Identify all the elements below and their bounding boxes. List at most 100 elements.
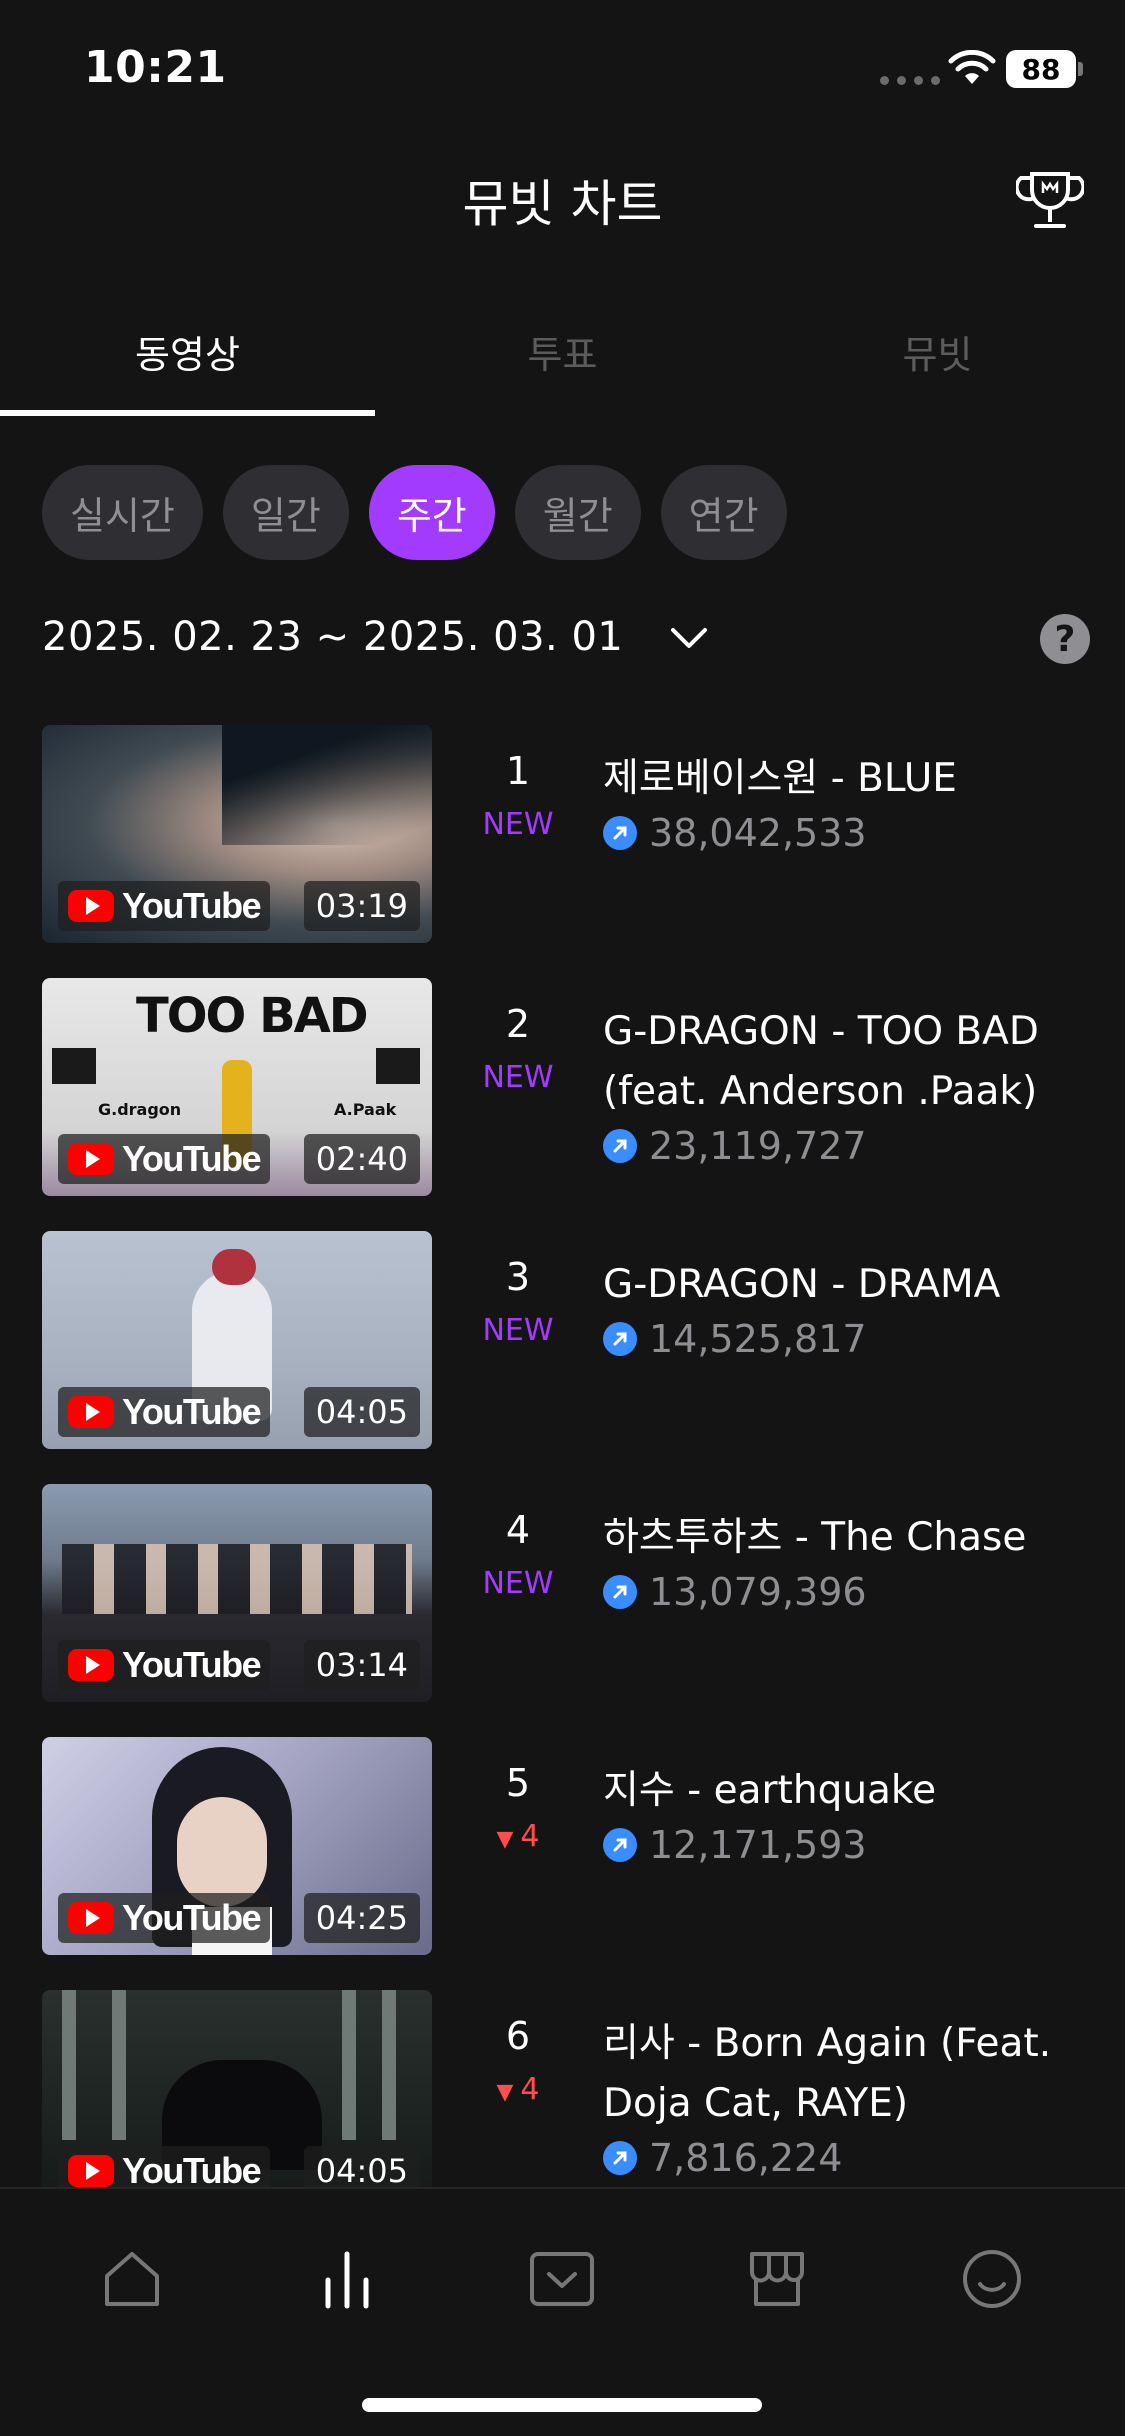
- chart-list: YouTube 03:19 1 NEW 제로베이스원 - BLUE 38,042…: [0, 725, 1125, 2187]
- profile-icon: [963, 2250, 1021, 2308]
- header: 뮤빗 차트: [0, 150, 1125, 250]
- youtube-badge: YouTube: [58, 2146, 271, 2187]
- trend-up-icon: [603, 1828, 637, 1862]
- period-weekly-chip[interactable]: 주간: [368, 465, 495, 560]
- home-icon: [105, 2252, 159, 2306]
- cellular-signal-icon: [880, 76, 940, 85]
- nav-home[interactable]: [82, 2229, 182, 2329]
- youtube-logo-icon: [68, 1396, 114, 1428]
- view-count: 7,816,224: [649, 2136, 843, 2180]
- youtube-logo-icon: [68, 890, 114, 922]
- chart-tabs: 동영상 투표 뮤빗: [0, 300, 1125, 416]
- video-duration: 03:19: [303, 881, 420, 931]
- vote-icon: [530, 2252, 594, 2306]
- rank-number: 1: [505, 749, 531, 793]
- youtube-label: YouTube: [122, 1391, 262, 1432]
- trophy-button[interactable]: [1010, 160, 1090, 240]
- chart-item[interactable]: YouTube 04:05 6 4 리사 - Born Again (Feat.…: [0, 1990, 1125, 2187]
- trend-up-icon: [603, 2141, 637, 2175]
- rank-number: 3: [505, 1255, 531, 1299]
- tab-vote[interactable]: 투표: [375, 300, 750, 416]
- thumbnail-headline: TOO BAD: [136, 988, 369, 1044]
- chart-item[interactable]: YouTube 04:05 3 NEW G-DRAGON - DRAMA 14,…: [0, 1231, 1125, 1451]
- rank-number: 5: [505, 1761, 531, 1805]
- video-duration: 04:05: [303, 1387, 420, 1437]
- thumbnail-name-right: A.Paak: [334, 1100, 397, 1119]
- youtube-badge: YouTube: [58, 1387, 271, 1437]
- rank-change-badge: NEW: [482, 807, 554, 842]
- help-icon[interactable]: ?: [1040, 614, 1090, 664]
- youtube-logo-icon: [68, 1649, 114, 1681]
- youtube-badge: YouTube: [58, 1893, 271, 1943]
- view-count: 13,079,396: [649, 1570, 867, 1614]
- youtube-label: YouTube: [122, 1644, 262, 1685]
- video-thumbnail[interactable]: YouTube 04:05: [42, 1990, 432, 2187]
- view-count: 23,119,727: [649, 1124, 867, 1168]
- period-yearly-chip[interactable]: 연간: [660, 465, 787, 560]
- chart-item[interactable]: YouTube 03:19 1 NEW 제로베이스원 - BLUE 38,042…: [0, 725, 1125, 945]
- rank-change-badge: NEW: [482, 1313, 554, 1348]
- tab-video[interactable]: 동영상: [0, 300, 375, 416]
- nav-vote[interactable]: [512, 2229, 612, 2329]
- video-thumbnail[interactable]: YouTube 04:05: [42, 1231, 432, 1449]
- trend-up-icon: [603, 1575, 637, 1609]
- rank-number: 6: [505, 2014, 531, 2058]
- youtube-label: YouTube: [122, 885, 262, 926]
- view-count: 14,525,817: [649, 1317, 867, 1361]
- view-count: 12,171,593: [649, 1823, 867, 1867]
- rank-number: 4: [505, 1508, 531, 1552]
- date-range-selector[interactable]: 2025. 02. 23 ~ 2025. 03. 01: [42, 614, 623, 660]
- status-bar: 10:21 88: [0, 0, 1125, 135]
- video-duration: 04:25: [303, 1893, 420, 1943]
- period-daily-chip[interactable]: 일간: [222, 465, 349, 560]
- view-count: 38,042,533: [649, 811, 867, 855]
- chart-item[interactable]: TOO BAD G.dragon A.Paak YouTube 02:40 2 …: [0, 978, 1125, 1198]
- period-monthly-chip[interactable]: 월간: [514, 465, 641, 560]
- status-time: 10:21: [84, 42, 227, 93]
- rank-change-badge: 4: [470, 1819, 566, 1854]
- period-realtime-chip[interactable]: 실시간: [42, 465, 203, 560]
- trend-up-icon: [603, 1322, 637, 1356]
- chart-icon: [325, 2251, 369, 2309]
- battery-level: 88: [1021, 52, 1061, 86]
- song-title: 리사 - Born Again (Feat. Doja Cat, RAYE): [603, 2021, 1052, 2126]
- chart-item[interactable]: YouTube 03:14 4 NEW 하츠투하츠 - The Chase 13…: [0, 1484, 1125, 1704]
- rank-change-badge: NEW: [482, 1566, 554, 1601]
- song-title: G-DRAGON - TOO BAD (feat. Anderson .Paak…: [603, 1009, 1039, 1114]
- rank-change-badge: NEW: [482, 1060, 554, 1095]
- video-thumbnail[interactable]: TOO BAD G.dragon A.Paak YouTube 02:40: [42, 978, 432, 1196]
- thumbnail-name-left: G.dragon: [98, 1100, 182, 1119]
- nav-profile[interactable]: [942, 2229, 1042, 2329]
- youtube-badge: YouTube: [58, 1640, 271, 1690]
- rank-change-badge: 4: [470, 2072, 566, 2107]
- tab-mubeat[interactable]: 뮤빗: [750, 300, 1125, 416]
- youtube-label: YouTube: [122, 1897, 262, 1938]
- video-duration: 02:40: [303, 1134, 420, 1184]
- video-duration: 04:05: [303, 2146, 420, 2187]
- nav-chart[interactable]: [297, 2229, 397, 2329]
- video-thumbnail[interactable]: YouTube 03:14: [42, 1484, 432, 1702]
- youtube-badge: YouTube: [58, 881, 271, 931]
- trophy-icon: [1016, 172, 1084, 228]
- battery-icon: 88: [1006, 50, 1084, 88]
- youtube-badge: YouTube: [58, 1134, 271, 1184]
- rank-number: 2: [505, 1002, 531, 1046]
- youtube-logo-icon: [68, 1902, 114, 1934]
- chart-item[interactable]: YouTube 04:25 5 4 지수 - earthquake 12,171…: [0, 1737, 1125, 1957]
- trend-up-icon: [603, 1129, 637, 1163]
- wifi-icon: [948, 50, 996, 84]
- youtube-label: YouTube: [122, 1138, 262, 1179]
- trend-up-icon: [603, 816, 637, 850]
- youtube-logo-icon: [68, 1143, 114, 1175]
- store-icon: [750, 2252, 804, 2306]
- nav-store[interactable]: [727, 2229, 827, 2329]
- date-row: 2025. 02. 23 ~ 2025. 03. 01 ?: [42, 610, 1092, 670]
- video-thumbnail[interactable]: YouTube 03:19: [42, 725, 432, 943]
- video-thumbnail[interactable]: YouTube 04:25: [42, 1737, 432, 1955]
- youtube-label: YouTube: [122, 2150, 262, 2187]
- screen: 10:21 88 뮤빗 차트 동영상 투표 뮤빗 실시간 일간 주간 월간 연간…: [0, 0, 1125, 2436]
- song-title: 지수 - earthquake: [603, 1768, 937, 1813]
- chevron-down-icon[interactable]: [667, 618, 711, 658]
- page-title: 뮤빗 차트: [462, 175, 663, 233]
- period-filter: 실시간 일간 주간 월간 연간: [42, 465, 787, 560]
